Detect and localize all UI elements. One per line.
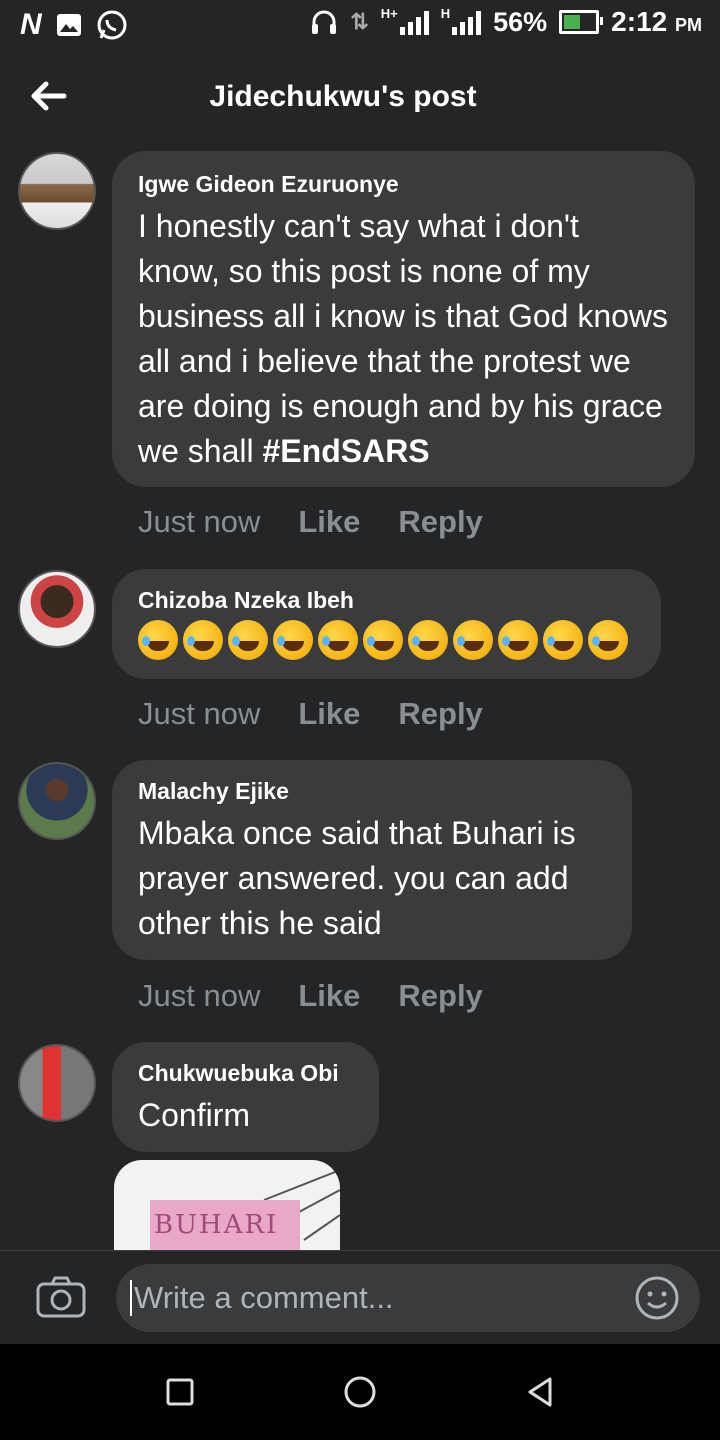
comment-bubble[interactable]: Chukwuebuka Obi Confirm xyxy=(112,1042,379,1152)
reply-button[interactable]: Reply xyxy=(398,978,482,1014)
comment-bubble[interactable]: Malachy Ejike Mbaka once said that Buhar… xyxy=(112,760,632,960)
rolling-on-floor-laughing-emoji xyxy=(588,620,628,660)
comment-author[interactable]: Chizoba Nzeka Ibeh xyxy=(138,587,635,614)
image-icon xyxy=(56,14,81,36)
comment-text: Mbaka once said that Buhari is prayer an… xyxy=(138,815,576,941)
comment-text: Confirm xyxy=(138,1097,251,1133)
rolling-on-floor-laughing-emoji xyxy=(408,620,448,660)
comment-author[interactable]: Chukwuebuka Obi xyxy=(138,1060,353,1087)
rolling-on-floor-laughing-emoji xyxy=(228,620,268,660)
rolling-on-floor-laughing-emoji xyxy=(363,620,403,660)
battery-icon xyxy=(559,10,604,34)
avatar[interactable] xyxy=(18,570,96,648)
avatar[interactable] xyxy=(18,152,96,230)
comment-input[interactable]: Write a comment... xyxy=(116,1264,700,1332)
like-button[interactable]: Like xyxy=(298,504,360,540)
home-circle-icon[interactable] xyxy=(342,1374,378,1410)
avatar[interactable] xyxy=(18,762,96,840)
comment-list[interactable]: Igwe Gideon Ezuruonye I honestly can't s… xyxy=(0,146,720,1250)
comment-input-placeholder: Write a comment... xyxy=(130,1280,394,1316)
comment-time: Just now xyxy=(138,978,261,1013)
post-header: Jidechukwu's post xyxy=(0,50,720,146)
comment-author[interactable]: Malachy Ejike xyxy=(138,778,606,805)
network-type-1: H+ xyxy=(380,6,398,21)
like-button[interactable]: Like xyxy=(298,978,360,1014)
reply-button[interactable]: Reply xyxy=(398,696,482,732)
comment-time: Just now xyxy=(138,696,261,731)
network-type-2: H xyxy=(440,6,451,21)
comment-bubble[interactable]: Chizoba Nzeka Ibeh xyxy=(112,569,661,679)
comment-actions: Just now Like Reply xyxy=(138,696,483,732)
rolling-on-floor-laughing-emoji xyxy=(543,620,583,660)
sign-text: BUHARI xyxy=(154,1210,279,1240)
headphones-icon xyxy=(312,10,337,34)
comment-actions: Just now Like Reply xyxy=(138,504,483,540)
rolling-on-floor-laughing-emoji xyxy=(453,620,493,660)
data-arrows-icon: ⇅ xyxy=(350,9,369,34)
status-bar: N ⇅ H+ H 56% 2:12 PM xyxy=(0,0,720,50)
signal-icon-2 xyxy=(452,9,482,35)
comment-actions: Just now Like Reply xyxy=(138,978,483,1014)
comment-composer: Write a comment... xyxy=(0,1250,720,1345)
rolling-on-floor-laughing-emoji xyxy=(138,620,178,660)
reply-button[interactable]: Reply xyxy=(398,504,482,540)
n-logo-icon: N xyxy=(20,8,42,41)
whatsapp-icon xyxy=(97,10,127,40)
battery-percent: 56% xyxy=(493,6,548,37)
rolling-on-floor-laughing-emoji xyxy=(318,620,358,660)
signal-icon xyxy=(399,9,429,35)
rolling-on-floor-laughing-emoji xyxy=(498,620,538,660)
camera-icon[interactable] xyxy=(36,1276,86,1318)
comment-author[interactable]: Igwe Gideon Ezuruonye xyxy=(138,171,669,198)
comment-bubble[interactable]: Igwe Gideon Ezuruonye I honestly can't s… xyxy=(112,151,695,487)
rolling-on-floor-laughing-emoji xyxy=(183,620,223,660)
system-nav-bar xyxy=(0,1344,720,1440)
smiley-icon[interactable] xyxy=(634,1275,680,1321)
emoji-row xyxy=(138,620,635,660)
avatar[interactable] xyxy=(18,1044,96,1122)
like-button[interactable]: Like xyxy=(298,696,360,732)
hashtag-link[interactable]: #EndSARS xyxy=(263,433,430,469)
comment-image[interactable]: BUHARI xyxy=(114,1160,340,1250)
rolling-on-floor-laughing-emoji xyxy=(273,620,313,660)
clock: 2:12 PM xyxy=(611,6,702,37)
comment-time: Just now xyxy=(138,504,261,539)
page-title: Jidechukwu's post xyxy=(209,80,477,113)
back-triangle-icon[interactable] xyxy=(522,1374,558,1410)
recents-square-icon[interactable] xyxy=(162,1374,198,1410)
comment-text: I honestly can't say what i don't know, … xyxy=(138,208,669,469)
